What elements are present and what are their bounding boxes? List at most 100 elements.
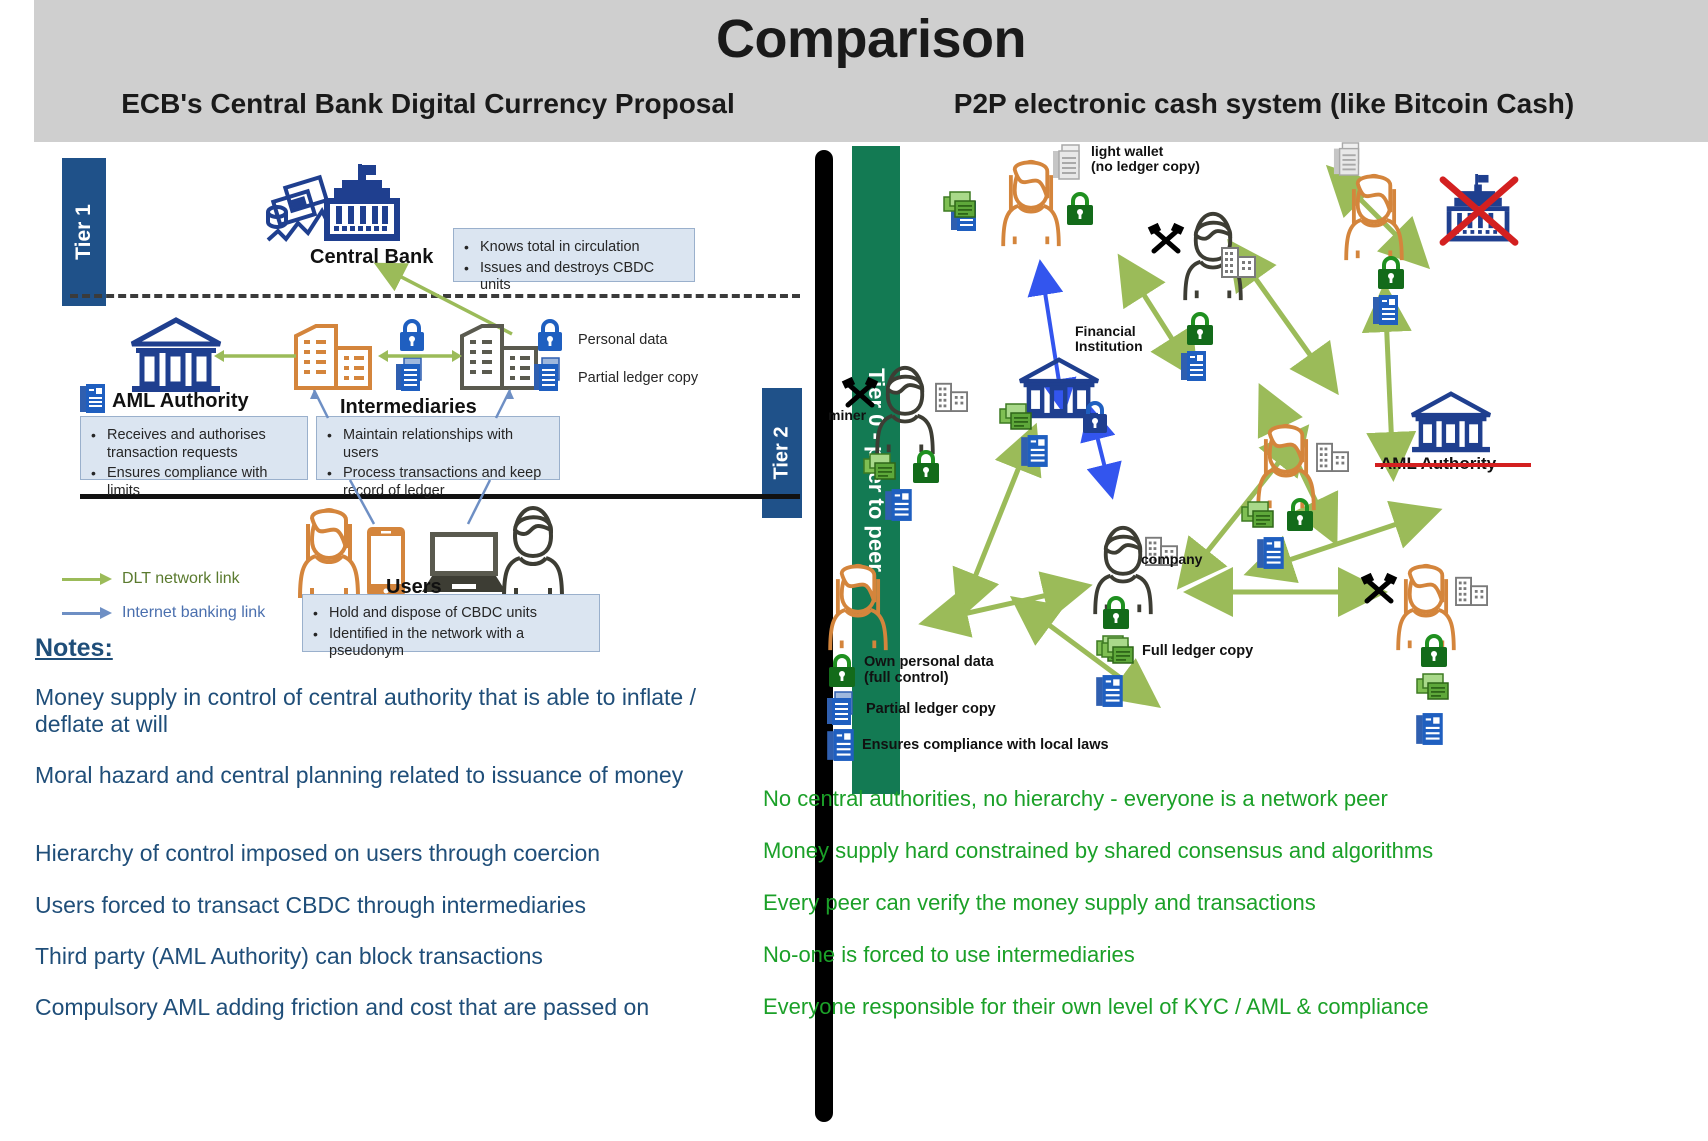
legend-label: Ensures compliance with local laws xyxy=(862,737,1109,753)
p2p-diagram-panel: Tier 0 - peer to peer xyxy=(763,142,1708,1141)
blue-documents-icon-2 xyxy=(534,357,566,392)
callout-item: Hold and dispose of CBDC units xyxy=(313,605,589,623)
legend-own-personal-data: Own personal data (full control) xyxy=(827,652,994,688)
peer-female-bottomleft-icon xyxy=(825,560,891,652)
blue-document-icon-legend xyxy=(827,728,855,762)
note-item: Third party (AML Authority) can block tr… xyxy=(35,943,543,969)
blue-document-icon-bottomright xyxy=(1416,712,1444,746)
header-banner: Comparison ECB's Central Bank Digital Cu… xyxy=(34,0,1708,142)
legend-partial-ledger-copy: Partial ledger copy xyxy=(827,691,996,726)
crossed-out-aml-authority-icon xyxy=(1405,391,1497,454)
green-lock-icon-bottomright xyxy=(1419,632,1449,668)
p2p-note-item: Every peer can verify the money supply a… xyxy=(763,890,1316,915)
legend-dlt-network-link: DLT network link xyxy=(62,570,240,588)
header-subtitle-right: P2P electronic cash system (like Bitcoin… xyxy=(953,88,1575,119)
company-buildings-icon-midright xyxy=(1316,440,1350,472)
note-item: Hierarchy of control imposed on users th… xyxy=(35,840,601,866)
company-label: company xyxy=(1141,551,1203,567)
callout-item: Identified in the network with a pseudon… xyxy=(313,626,589,661)
header-subtitle-left: ECB's Central Bank Digital Currency Prop… xyxy=(121,88,735,119)
cbdc-diagram-panel: Tier 1 Tier 2 Central Bank • Knows total… xyxy=(0,142,815,1141)
peer-male-miner-icon xyxy=(873,364,937,456)
callout-item: Maintain relationships with users xyxy=(327,427,549,462)
blue-documents-icon-legend xyxy=(827,691,859,726)
personal-data-side-label: Personal data xyxy=(578,332,668,348)
miner-label: miner xyxy=(828,407,867,423)
aml-authority-callout: Receives and authorises transaction requ… xyxy=(80,416,308,499)
p2p-note-item: Money supply hard constrained by shared … xyxy=(763,838,1434,863)
tier-1-bar: Tier 1 xyxy=(62,158,106,306)
financial-institution-label: Financial Institution xyxy=(1075,323,1143,354)
blue-document-icon-fi xyxy=(1021,434,1049,468)
blue-document-icon-topright xyxy=(1373,294,1399,326)
green-lock-icon-topright xyxy=(1376,254,1406,290)
note-item: Compulsory AML adding friction and cost … xyxy=(35,994,650,1020)
internet-banking-arrow-icon xyxy=(62,607,112,619)
company-buildings-icon-center xyxy=(1221,244,1257,278)
blue-document-icon-company xyxy=(1096,674,1124,708)
legend-label: Own personal data (full control) xyxy=(864,654,994,686)
grey-documents-icon-light-wallet-1 xyxy=(1053,144,1087,180)
note-item: Users forced to transact CBDC through in… xyxy=(35,892,586,918)
miner-hammers-icon-bottomright xyxy=(1360,572,1398,606)
aml-authority-icon xyxy=(128,317,224,394)
blue-document-icon-miner xyxy=(885,488,913,522)
legend-label: DLT network link xyxy=(122,570,240,587)
green-lock-icon-peer1 xyxy=(1065,190,1095,226)
legend-internet-banking-link: Internet banking link xyxy=(62,604,265,622)
note-item: Moral hazard and central planning relate… xyxy=(35,762,684,788)
callout-item: Ensures compliance with limits xyxy=(91,465,297,500)
legend-label: Full ledger copy xyxy=(1142,643,1254,659)
users-callout: Hold and dispose of CBDC units Identifie… xyxy=(302,594,600,659)
legend-full-ledger-copy: Full ledger copy xyxy=(1101,636,1253,666)
green-lock-icon-miner xyxy=(911,448,941,484)
green-money-icon-peer1 xyxy=(943,190,977,220)
user-female-icon xyxy=(296,504,362,600)
miner-hammers-icon-top xyxy=(1147,222,1185,256)
notes-heading: Notes: xyxy=(35,634,113,662)
blue-document-icon-aml xyxy=(80,384,106,414)
crossed-out-central-bank-icon xyxy=(1433,174,1525,250)
legend-ensures-compliance: Ensures compliance with local laws xyxy=(827,728,1109,762)
blue-document-icon-center xyxy=(1181,350,1207,382)
green-lock-icon-midright xyxy=(1285,496,1315,532)
intermediaries-callout: Maintain relationships with users Proces… xyxy=(316,416,560,499)
green-money-icon-fi xyxy=(999,402,1033,432)
blue-document-icon-midright xyxy=(1257,536,1285,570)
aml-authority-label: AML Authority xyxy=(112,390,249,412)
intermediary-grey-icon xyxy=(458,322,542,390)
dlt-arrow-icon xyxy=(62,573,112,585)
red-strikethrough-aml xyxy=(1375,463,1531,467)
callout-connector-lines xyxy=(310,389,514,419)
peer-female-topright-icon xyxy=(1341,170,1407,262)
green-documents-icon-legend xyxy=(1101,636,1135,666)
light-wallet-label: light wallet (no ledger copy) xyxy=(1091,143,1200,174)
tier-1-label: Tier 1 xyxy=(72,204,95,260)
green-lock-icon-center xyxy=(1185,310,1215,346)
intermediary-orange-icon xyxy=(292,322,376,390)
p2p-note-item: Everyone responsible for their own level… xyxy=(763,994,1429,1019)
blue-lock-icon-1 xyxy=(398,318,426,352)
p2p-note-item: No central authorities, no hierarchy - e… xyxy=(763,786,1388,811)
company-buildings-icon-bottomright xyxy=(1455,574,1489,606)
legend-label: Partial ledger copy xyxy=(866,701,996,717)
green-money-icon-miner xyxy=(863,452,897,482)
tier-2-label: Tier 2 xyxy=(770,426,793,480)
green-lock-icon-legend xyxy=(827,652,857,688)
note-item: Money supply in control of central autho… xyxy=(35,684,696,737)
blue-lock-icon-fi xyxy=(1081,400,1109,434)
user-male-icon xyxy=(500,504,566,600)
company-buildings-icon-miner xyxy=(935,380,969,412)
partial-ledger-side-label: Partial ledger copy xyxy=(578,370,699,386)
legend-label: Internet banking link xyxy=(122,604,266,621)
callout-item: Receives and authorises transaction requ… xyxy=(91,427,297,462)
green-money-icon-midright xyxy=(1241,500,1275,530)
callout-item: Knows total in circulation xyxy=(464,239,684,257)
green-lock-icon-company xyxy=(1101,594,1131,630)
blue-lock-icon-2 xyxy=(536,318,564,352)
green-money-icon-bottomright xyxy=(1416,672,1450,702)
arrow-between-intermediaries xyxy=(378,350,462,362)
page-title: Comparison xyxy=(715,9,1027,69)
grey-documents-icon-light-wallet-2 xyxy=(1333,142,1367,176)
p2p-note-item: No-one is forced to use intermediaries xyxy=(763,942,1135,967)
